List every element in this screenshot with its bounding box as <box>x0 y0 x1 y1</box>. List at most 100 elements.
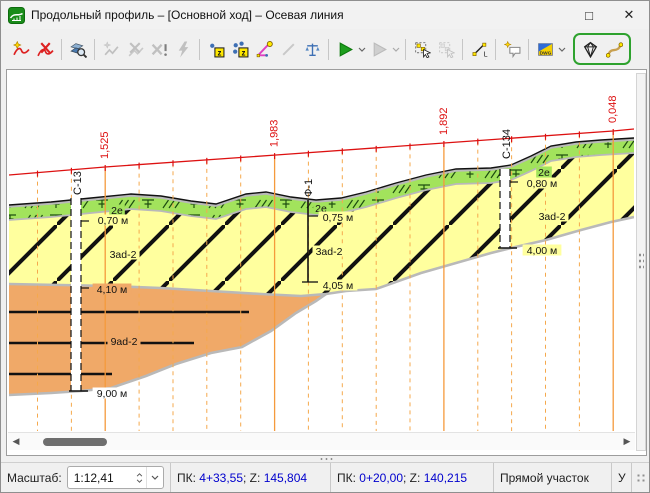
flash-icon <box>175 41 192 58</box>
cursor-pk-value: 4+33,55 <box>199 471 243 485</box>
measure-line-button[interactable]: L <box>467 37 491 61</box>
pick-position-panel: ПК: 0+20,00; Z: 140,215 <box>331 463 494 492</box>
splitter-grip[interactable] <box>319 457 333 461</box>
select-group-button[interactable] <box>410 37 434 61</box>
toolbar-separator <box>405 39 406 60</box>
select-group-alt-button[interactable] <box>434 37 458 61</box>
pick-pk-label: ПК: <box>337 471 356 485</box>
horizontal-scrollbar-thumb[interactable] <box>43 438 107 446</box>
app-icon <box>8 7 25 24</box>
toolbar-separator <box>495 39 496 60</box>
run-icon <box>337 41 354 58</box>
svg-text:С-13: С-13 <box>72 171 84 195</box>
callout-create-button[interactable] <box>500 37 524 61</box>
segment-icon <box>280 41 297 58</box>
svg-text:1,525: 1,525 <box>99 131 111 159</box>
run-alt-icon <box>371 41 388 58</box>
profile-drawing: 1,5251,9831,8920,048С-13Ф-1С-1342е0,70 м… <box>9 73 634 435</box>
run-dropdown[interactable] <box>357 37 367 61</box>
cursor-z-value: 145,804 <box>264 471 307 485</box>
flash-button[interactable] <box>171 37 195 61</box>
toolbar-separator <box>199 39 200 60</box>
svg-text:4,10 м: 4,10 м <box>97 284 128 296</box>
scales-button[interactable] <box>300 37 324 61</box>
cursor-z-label: ; Z: <box>243 471 260 485</box>
svg-text:1,892: 1,892 <box>438 107 450 135</box>
polyline-delete-icon <box>127 41 144 58</box>
export-dwg-icon: DWG <box>537 41 554 58</box>
measure-angle-icon <box>256 41 273 58</box>
toolbar-separator <box>528 39 529 60</box>
svg-text:0,048: 0,048 <box>607 95 619 123</box>
svg-text:3ad-2: 3ad-2 <box>539 211 566 223</box>
status-bar: Масштаб: 1:12,41 ПК: 4+33,55; Z: 145,804… <box>1 462 649 492</box>
svg-text:z: z <box>217 48 221 57</box>
scale-combo[interactable]: 1:12,41 <box>67 466 164 489</box>
scale-spinner[interactable] <box>132 467 146 488</box>
svg-text:L: L <box>483 51 487 58</box>
svg-text:0,80 м: 0,80 м <box>527 178 558 190</box>
gem-button[interactable] <box>578 37 602 61</box>
scales-icon <box>304 41 321 58</box>
scroll-right-icon[interactable]: ▶ <box>619 433 635 450</box>
spline-button[interactable] <box>602 37 626 61</box>
scale-panel: Масштаб: 1:12,41 <box>1 463 171 492</box>
window-title: Продольный профиль – [Основной ход] – Ос… <box>31 8 344 22</box>
measure-line-icon: L <box>471 41 488 58</box>
vertical-scrollbar-grip[interactable] <box>638 252 644 270</box>
select-group-alt-icon <box>438 41 455 58</box>
measure-angle-button[interactable] <box>252 37 276 61</box>
extra-text: У <box>618 471 626 485</box>
svg-text:z: z <box>241 48 245 57</box>
gem-icon <box>582 41 599 58</box>
profile-create-button[interactable] <box>9 37 33 61</box>
spin-down-icon <box>136 479 143 483</box>
scroll-left-icon[interactable]: ◀ <box>8 433 24 450</box>
vertical-scrollbar[interactable] <box>636 73 646 451</box>
chevron-down-icon <box>392 47 400 52</box>
profile-delete-button[interactable] <box>33 37 57 61</box>
delete-warning-button[interactable] <box>147 37 171 61</box>
export-dwg-button[interactable]: DWG <box>533 37 557 61</box>
horizontal-scrollbar[interactable]: ◀ ▶ <box>8 432 635 450</box>
run-button[interactable] <box>333 37 357 61</box>
select-group-icon <box>414 41 431 58</box>
spin-up-icon <box>136 473 143 477</box>
scale-value: 1:12,41 <box>68 471 132 485</box>
export-dwg-dropdown[interactable] <box>557 37 567 61</box>
svg-text:3ad-2: 3ad-2 <box>110 249 137 261</box>
toolbar-separator <box>94 39 95 60</box>
svg-text:1,983: 1,983 <box>269 120 281 148</box>
close-icon: ✕ <box>624 7 635 23</box>
toolbar-separator <box>328 39 329 60</box>
segment-type: Прямой участок <box>500 471 589 485</box>
toolbar-separator <box>462 39 463 60</box>
app-window: Продольный профиль – [Основной ход] – Ос… <box>0 0 650 493</box>
pick-pk-value: 0+20,00 <box>359 471 403 485</box>
polyline-create-button[interactable] <box>99 37 123 61</box>
size-grip[interactable] <box>636 473 646 483</box>
point-z-button[interactable]: z <box>204 37 228 61</box>
toolbar: z z <box>1 29 649 69</box>
points-z-button[interactable]: z <box>228 37 252 61</box>
polyline-delete-button[interactable] <box>123 37 147 61</box>
run-alt-button[interactable] <box>367 37 391 61</box>
svg-text:9ad-2: 9ad-2 <box>111 336 138 348</box>
close-button[interactable]: ✕ <box>609 1 649 29</box>
svg-text:3ad-2: 3ad-2 <box>316 246 343 258</box>
pick-z-label: ; Z: <box>403 471 420 485</box>
svg-text:С-134: С-134 <box>501 129 513 159</box>
scale-dropdown[interactable] <box>146 467 163 488</box>
profile-delete-icon <box>37 41 54 58</box>
chevron-down-icon <box>151 475 159 480</box>
maximize-button[interactable]: □ <box>569 1 609 29</box>
extra-panel: У <box>612 463 632 492</box>
svg-text:0,75 м: 0,75 м <box>323 212 354 224</box>
svg-text:0,70 м: 0,70 м <box>98 215 129 227</box>
segment-button[interactable] <box>276 37 300 61</box>
profile-canvas[interactable]: 1,5251,9831,8920,048С-13Ф-1С-1342е0,70 м… <box>6 69 647 456</box>
svg-text:DWG: DWG <box>539 50 551 56</box>
svg-text:4,00 м: 4,00 м <box>527 245 558 257</box>
run-alt-dropdown[interactable] <box>391 37 401 61</box>
layers-search-button[interactable] <box>66 37 90 61</box>
